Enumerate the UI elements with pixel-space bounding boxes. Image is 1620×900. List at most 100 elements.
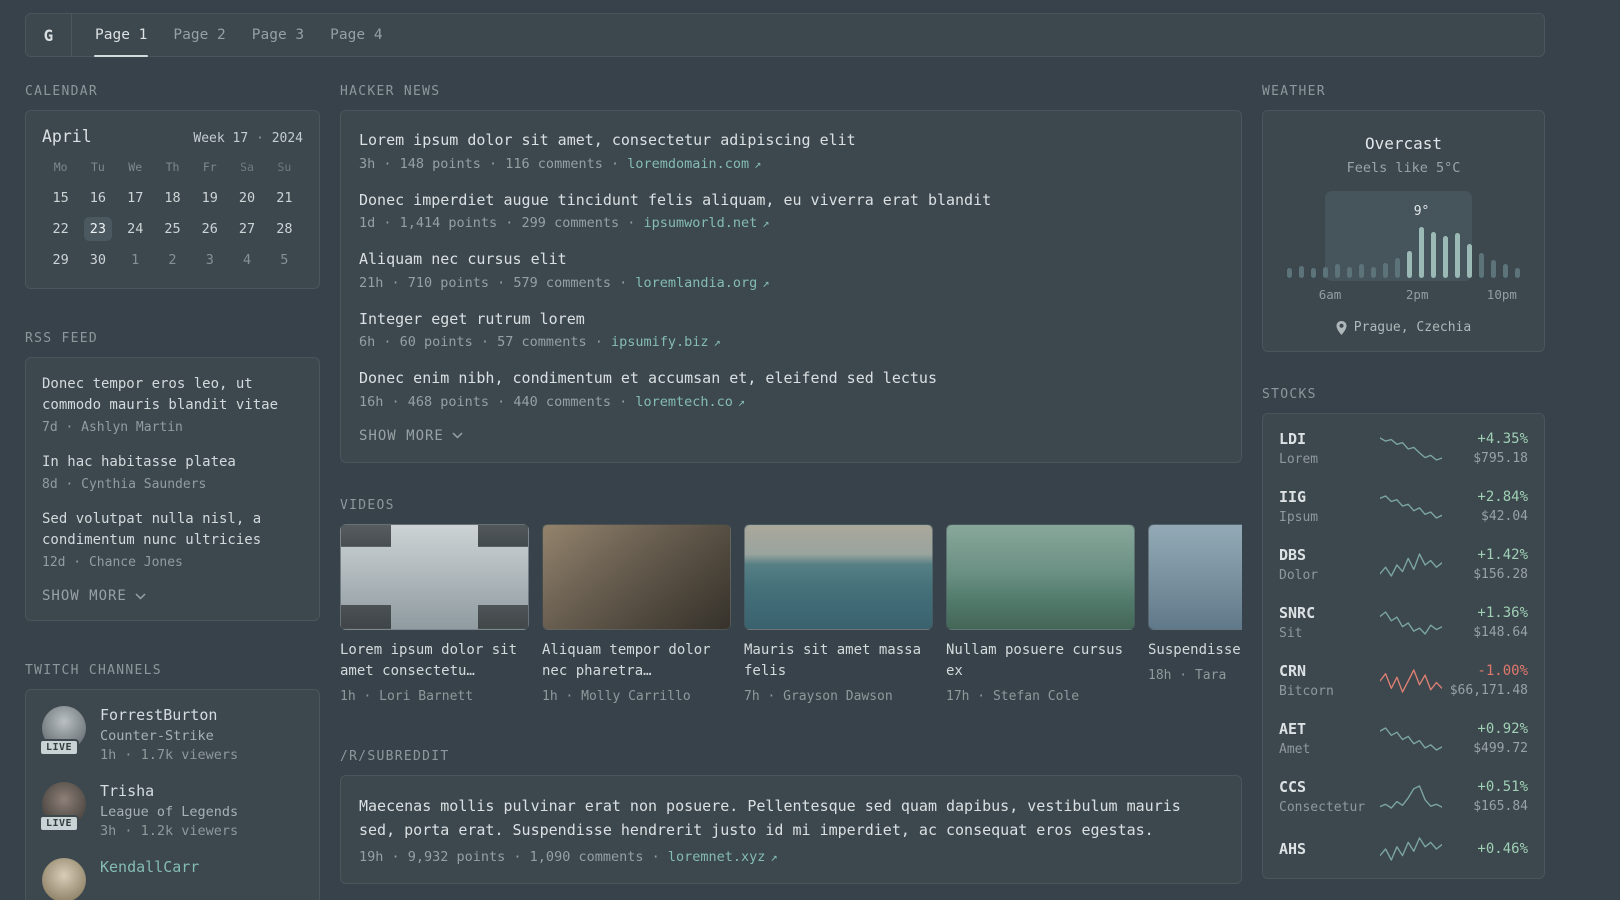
news-item-title[interactable]: Lorem ipsum dolor sit amet, consectetur … [359, 129, 1223, 152]
stock-symbol[interactable]: AET [1279, 720, 1376, 738]
video-card[interactable]: Lorem ipsum dolor sit amet consectetu… 1… [340, 523, 529, 704]
weather-feels-like: Feels like 5°C [1346, 160, 1461, 176]
tab-page-3[interactable]: Page 3 [251, 14, 305, 56]
rss-item: In hac habitasse platea 8d · Cynthia Sau… [42, 452, 303, 492]
twitch-channel[interactable]: LIVE ForrestBurton Counter-Strike 1h · 1… [39, 706, 303, 763]
stock-row[interactable]: AHS +0.46% [1279, 836, 1528, 862]
tab-page-4[interactable]: Page 4 [329, 14, 383, 56]
calendar-day: 20 [238, 190, 256, 206]
weather-bar [1476, 198, 1488, 278]
calendar-day: 19 [201, 190, 218, 206]
subreddit-widget: /R/SUBREDDIT Maecenas mollis pulvinar er… [340, 749, 1242, 884]
rss-item-title[interactable]: In hac habitasse platea [42, 452, 303, 473]
calendar-widget: CALENDAR April Week 17 · 2024 Mo Tu We T… [25, 84, 320, 289]
twitch-channel[interactable]: KendallCarr [42, 858, 303, 900]
tab-page-2[interactable]: Page 2 [172, 14, 226, 56]
stock-symbol[interactable]: AHS [1279, 840, 1376, 858]
news-item-meta: 3h · 148 points · 116 comments · loremdo… [359, 155, 762, 172]
video-thumbnail[interactable] [340, 523, 529, 630]
calendar-day: 16 [89, 190, 107, 206]
reddit-post-title[interactable]: Maecenas mollis pulvinar erat non posuer… [359, 794, 1223, 842]
news-item: Aliquam nec cursus elit 21h · 710 points… [359, 248, 1223, 291]
video-thumbnail[interactable] [542, 523, 731, 630]
stock-name: Amet [1279, 742, 1311, 757]
stock-row[interactable]: LDI Lorem +4.35% $795.18 [1279, 430, 1528, 467]
video-title[interactable]: Nullam posuere cursus ex [946, 640, 1135, 682]
calendar-day: 21 [276, 190, 293, 206]
story-link[interactable]: loremtech.co ↗ [635, 394, 745, 410]
video-title[interactable]: Mauris sit amet massa felis [744, 640, 933, 682]
story-link[interactable]: loremlandia.org ↗ [635, 275, 769, 291]
news-item-title[interactable]: Donec imperdiet augue tincidunt felis al… [359, 189, 1223, 212]
stock-row[interactable]: AET Amet +0.92% $499.72 [1279, 720, 1528, 757]
channel-game: League of Legends [100, 804, 239, 820]
video-card[interactable]: Nullam posuere cursus ex 17h · Stefan Co… [946, 523, 1135, 704]
video-meta: 7h · Grayson Dawson [744, 688, 893, 704]
video-thumbnail[interactable] [1148, 523, 1242, 630]
story-link[interactable]: ipsumworld.net ↗ [643, 215, 769, 231]
calendar-day: 2 [168, 252, 177, 268]
channel-avatar-wrap: LIVE [39, 706, 86, 756]
calendar-day: 24 [127, 221, 144, 237]
stock-row[interactable]: CRN Bitcorn -1.00% $66,171.48 [1279, 662, 1528, 699]
tab-page-1[interactable]: Page 1 [94, 14, 149, 57]
stock-sparkline [1379, 784, 1443, 810]
stock-row[interactable]: CCS Consectetur +0.51% $165.84 [1279, 778, 1528, 815]
news-item-meta: 16h · 468 points · 440 comments · loremt… [359, 393, 746, 410]
stock-symbol[interactable]: CRN [1279, 662, 1376, 680]
rss-card: Donec tempor eros leo, ut commodo mauris… [25, 357, 320, 621]
stock-change: +1.36% [1477, 605, 1528, 621]
rss-item-title[interactable]: Donec tempor eros leo, ut commodo mauris… [42, 374, 303, 416]
story-link[interactable]: loremdomain.com ↗ [627, 156, 761, 172]
weather-location-label: Prague, Czechia [1353, 320, 1472, 335]
video-card[interactable]: Suspendisse diam 18h · Tara [1148, 523, 1242, 704]
weather-bar [1452, 198, 1464, 278]
subreddit-widget-title: /R/SUBREDDIT [340, 748, 450, 764]
videos-widget-title: VIDEOS [340, 497, 395, 513]
external-link-icon: ↗ [762, 275, 770, 290]
video-title[interactable]: Lorem ipsum dolor sit amet consectetu… [340, 640, 529, 682]
stock-symbol[interactable]: DBS [1279, 546, 1376, 564]
video-title[interactable]: Aliquam tempor dolor nec pharetra… [542, 640, 731, 682]
stock-row[interactable]: IIG Ipsum +2.84% $42.04 [1279, 488, 1528, 525]
rss-item-title[interactable]: Sed volutpat nulla nisl, a condimentum n… [42, 509, 303, 551]
weekday-label: Su [277, 160, 292, 174]
news-item-title[interactable]: Aliquam nec cursus elit [359, 248, 1223, 271]
stock-symbol[interactable]: LDI [1279, 430, 1376, 448]
news-item-title[interactable]: Donec enim nibh, condimentum et accumsan… [359, 367, 1223, 390]
video-card[interactable]: Mauris sit amet massa felis 7h · Grayson… [744, 523, 933, 704]
news-item-title[interactable]: Integer eget rutrum lorem [359, 308, 1223, 331]
stock-symbol[interactable]: CCS [1279, 778, 1376, 796]
twitch-channel[interactable]: LIVE Trisha League of Legends 3h · 1.2k … [39, 782, 303, 839]
stock-row[interactable]: SNRC Sit +1.36% $148.64 [1279, 604, 1528, 641]
calendar-day: 4 [242, 252, 252, 268]
video-thumbnail[interactable] [744, 523, 933, 630]
video-card[interactable]: Aliquam tempor dolor nec pharetra… 1h · … [542, 523, 731, 704]
video-thumbnail[interactable] [946, 523, 1135, 630]
hacker-news-card: Lorem ipsum dolor sit amet, consectetur … [340, 110, 1242, 463]
hacker-news-widget-title: HACKER NEWS [340, 84, 441, 99]
stock-symbol[interactable]: IIG [1279, 488, 1376, 506]
calendar-day: 29 [52, 252, 69, 268]
video-title[interactable]: Suspendisse diam [1148, 640, 1242, 661]
hacker-news-show-more-button[interactable]: SHOW MORE [359, 428, 1223, 444]
stock-sparkline [1379, 836, 1443, 862]
weather-bar [1307, 198, 1319, 278]
stock-price: $499.72 [1473, 741, 1528, 756]
stock-row[interactable]: DBS Dolor +1.42% $156.28 [1279, 546, 1528, 583]
channel-name[interactable]: ForrestBurton [100, 706, 238, 724]
rss-show-more-button[interactable]: SHOW MORE [42, 588, 303, 604]
app-logo[interactable]: G [26, 14, 72, 56]
weather-bar [1428, 198, 1440, 278]
stock-symbol[interactable]: SNRC [1279, 604, 1376, 622]
calendar-day: 5 [280, 252, 289, 268]
weekday-label: Fr [202, 160, 217, 174]
post-link[interactable]: loremnet.xyz ↗ [668, 849, 778, 865]
stock-price: $148.64 [1473, 625, 1528, 640]
external-link-icon: ↗ [770, 849, 778, 864]
story-link[interactable]: ipsumify.biz ↗ [611, 334, 721, 350]
calendar-day: 18 [164, 190, 181, 206]
weather-bar [1488, 198, 1500, 278]
channel-name[interactable]: KendallCarr [100, 858, 199, 876]
channel-name[interactable]: Trisha [100, 782, 238, 800]
